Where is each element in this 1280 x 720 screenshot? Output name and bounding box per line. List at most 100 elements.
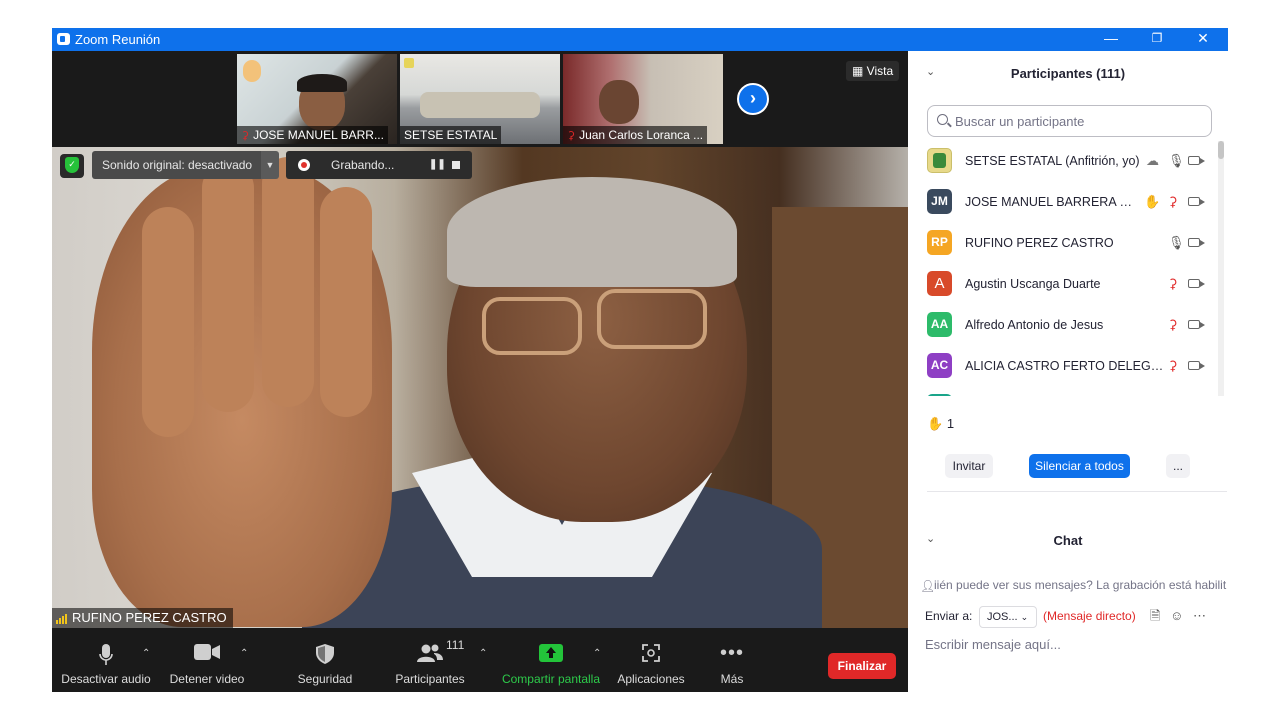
minimize-button[interactable]: — xyxy=(1088,28,1134,51)
mute-all-button[interactable]: Silenciar a todos xyxy=(1029,454,1130,478)
view-button[interactable]: ▦ Vista xyxy=(846,61,900,81)
thumbnail-hair xyxy=(297,74,347,92)
microphone-icon xyxy=(99,644,113,669)
video-off-icon[interactable] xyxy=(1188,238,1205,247)
divider xyxy=(927,491,1227,492)
video-off-icon[interactable] xyxy=(1188,156,1205,165)
finger xyxy=(202,162,254,412)
chat-message-input[interactable]: Escribir mensaje aquí... xyxy=(925,637,1061,652)
recipient-dropdown[interactable]: JOS... ⌄ xyxy=(979,606,1037,628)
participant-row[interactable]: RP RUFINO PEREZ CASTRO 🎙︎ xyxy=(908,223,1218,264)
mic-muted-icon[interactable]: ⚳ xyxy=(1168,276,1178,292)
end-meeting-button[interactable]: Finalizar xyxy=(828,653,896,679)
participant-row[interactable] xyxy=(908,387,1218,396)
mic-muted-icon[interactable]: ⚳ xyxy=(1168,194,1178,210)
side-panel: ⌄ Participantes (111) Buscar un particip… xyxy=(908,51,1228,692)
avatar: AC xyxy=(927,353,952,378)
thumbnail-juan-carlos[interactable]: ⚳ Juan Carlos Loranca ... xyxy=(563,54,723,144)
emoji-icon[interactable]: ☺ xyxy=(1170,608,1183,623)
recording-dot-icon xyxy=(298,159,310,171)
window-title: Zoom Reunión xyxy=(75,32,161,47)
mute-audio-button[interactable]: Desactivar audio xyxy=(60,628,152,692)
direct-message-label: (Mensaje directo) xyxy=(1043,609,1136,623)
avatar: A xyxy=(927,271,952,296)
microphone-icon[interactable]: 🎙︎ xyxy=(1168,153,1185,169)
connection-signal-icon xyxy=(56,614,70,624)
next-page-button[interactable]: › xyxy=(737,83,769,115)
active-speaker-video: ✓ Sonido original: desactivado ▼ Graband… xyxy=(52,147,908,628)
microphone-icon[interactable]: 🎙︎ xyxy=(1168,235,1185,251)
video-off-icon[interactable] xyxy=(1188,279,1205,288)
more-button[interactable]: ••• Más xyxy=(712,628,752,692)
audio-options-caret[interactable]: ⌃ xyxy=(142,648,150,659)
thumbnail-face xyxy=(599,80,639,124)
grid-icon: ▦ xyxy=(852,64,867,78)
original-sound-dropdown[interactable]: ▼ xyxy=(261,151,279,179)
participants-options-caret[interactable]: ⌃ xyxy=(479,648,487,659)
restore-button[interactable]: ❐ xyxy=(1134,28,1180,51)
raised-hand-icon: ✋ xyxy=(927,416,944,431)
participants-more-button[interactable]: ... xyxy=(1166,454,1190,478)
stop-video-button[interactable]: Detener video xyxy=(164,628,250,692)
thumbnail-setse-estatal[interactable]: SETSE ESTATAL xyxy=(400,54,560,144)
share-options-caret[interactable]: ⌃ xyxy=(593,648,601,659)
apps-button[interactable]: Aplicaciones xyxy=(614,628,688,692)
send-to-label: Enviar a: xyxy=(925,609,973,623)
mic-muted-icon[interactable]: ⚳ xyxy=(1168,358,1178,374)
raised-hands-count: ✋ 1 xyxy=(927,416,955,431)
avatar: RP xyxy=(927,230,952,255)
participant-list-scrollbar[interactable] xyxy=(1218,141,1224,396)
video-off-icon[interactable] xyxy=(1188,197,1205,206)
avatar: AA xyxy=(927,312,952,337)
thumbnail-name: SETSE ESTATAL xyxy=(400,126,502,144)
recording-label: Grabando... xyxy=(331,158,395,172)
participant-row[interactable]: A Agustin Uscanga Duarte ⚳ xyxy=(908,264,1218,305)
share-screen-button[interactable]: Compartir pantalla xyxy=(498,628,604,692)
security-button[interactable]: Seguridad xyxy=(288,628,362,692)
logo-icon xyxy=(404,58,414,68)
stop-recording-button[interactable] xyxy=(452,161,460,169)
thumbnail-strip: ⚳ JOSE MANUEL BARR... SETSE ESTATAL ⚳ Juan… xyxy=(52,51,908,147)
video-camera-icon xyxy=(194,644,220,663)
meeting-toolbar: Desactivar audio ⌃ Detener video ⌃ Segur… xyxy=(52,628,908,692)
active-speaker-name: RUFINO PEREZ CASTRO xyxy=(52,608,233,628)
share-screen-icon xyxy=(539,644,563,665)
security-shield-icon[interactable]: ✓ xyxy=(60,154,84,178)
apps-icon xyxy=(642,644,660,665)
participant-row[interactable]: SETSE ESTATAL (Anfitrión, yo) ☁ 🎙︎ xyxy=(908,141,1218,182)
participants-count: 111 xyxy=(446,638,465,652)
glasses-left-lens xyxy=(482,297,582,355)
participant-row[interactable]: JM JOSE MANUEL BARRERA L... ✋ ⚳ xyxy=(908,182,1218,223)
video-area: ⚳ JOSE MANUEL BARR... SETSE ESTATAL ⚳ Juan… xyxy=(52,51,908,628)
chat-header: ⌄ Chat xyxy=(908,520,1228,556)
participants-title: Participantes (111) xyxy=(1010,66,1126,81)
more-dots-icon: ••• xyxy=(719,642,745,664)
avatar: JM xyxy=(927,189,952,214)
zoom-app-icon xyxy=(57,33,70,45)
avatar-logo xyxy=(927,148,952,173)
raised-hand-icon xyxy=(243,60,261,82)
participants-header: ⌄ Participantes (111) xyxy=(908,51,1228,95)
invite-button[interactable]: Invitar xyxy=(945,454,993,478)
person-icon: 👤︎ xyxy=(920,579,936,593)
file-icon[interactable]: 🗎︎ xyxy=(1150,608,1160,623)
mic-off-icon: ⚳ xyxy=(241,130,250,142)
participant-row[interactable]: AA Alfredo Antonio de Jesus ⚳ xyxy=(908,305,1218,346)
participants-button[interactable]: 111 Participantes xyxy=(390,628,470,692)
title-bar: Zoom Reunión — ❐ ✕ xyxy=(52,28,1228,51)
participant-search-input[interactable]: Buscar un participante xyxy=(927,105,1212,137)
cloud-recording-icon: ☁ xyxy=(1146,153,1159,168)
participant-row[interactable]: AC ALICIA CASTRO FERTO DELEGAC... ⚳ xyxy=(908,346,1218,387)
pause-recording-button[interactable]: ❚❚ xyxy=(429,151,446,179)
close-button[interactable]: ✕ xyxy=(1180,28,1226,51)
mic-muted-icon[interactable]: ⚳ xyxy=(1168,317,1178,333)
search-icon xyxy=(937,114,948,125)
video-options-caret[interactable]: ⌃ xyxy=(240,648,248,659)
chat-tools: 🗎︎ ☺ ⋯ xyxy=(1150,607,1206,629)
video-off-icon[interactable] xyxy=(1188,320,1205,329)
thumbnail-name: ⚳ JOSE MANUEL BARR... xyxy=(237,126,388,144)
thumbnail-jose-manuel[interactable]: ⚳ JOSE MANUEL BARR... xyxy=(237,54,397,144)
video-off-icon[interactable] xyxy=(1188,361,1205,370)
chat-more-icon[interactable]: ⋯ xyxy=(1193,608,1206,623)
original-sound-toggle[interactable]: Sonido original: desactivado xyxy=(92,151,263,179)
